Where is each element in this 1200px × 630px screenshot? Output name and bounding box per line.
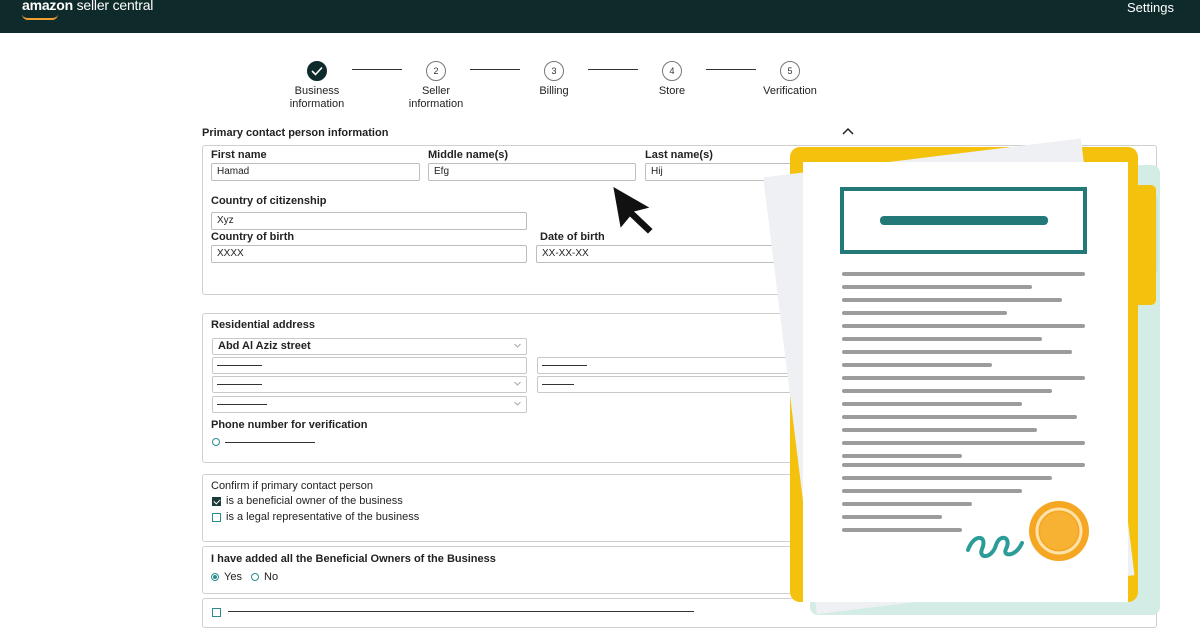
step-number: 3	[544, 61, 564, 81]
logo-amazon-text: amazon	[22, 0, 73, 13]
step-number: 2	[426, 61, 446, 81]
placeholder-dash	[542, 365, 587, 366]
address-line2-input[interactable]	[212, 357, 527, 374]
beneficial-owner-label: is a beneficial owner of the business	[226, 495, 403, 507]
cursor-arrow-icon	[610, 183, 656, 237]
legal-representative-checkbox[interactable]	[212, 513, 221, 522]
top-bar: amazon seller central Settings	[0, 0, 1200, 33]
address-state-select[interactable]	[212, 396, 527, 413]
step-number: 4	[662, 61, 682, 81]
logo-seller-central-text: seller central	[72, 0, 154, 13]
phone-radio[interactable]	[212, 438, 220, 446]
last-name-label: Last name(s)	[645, 149, 713, 161]
chevron-down-icon	[514, 381, 521, 386]
step-label: Store	[658, 85, 686, 97]
birth-country-label: Country of birth	[211, 231, 295, 243]
citizenship-label: Country of citizenship	[211, 195, 327, 207]
owners-question-label: I have added all the Beneficial Owners o…	[211, 553, 496, 565]
placeholder-dash	[217, 384, 262, 385]
citizenship-input[interactable]: Xyz	[211, 212, 527, 230]
step-store[interactable]: 4 Store	[622, 61, 722, 98]
middle-name-label: Middle name(s)	[428, 149, 509, 161]
address-country-input[interactable]	[537, 376, 795, 393]
middle-name-input[interactable]: Efg	[428, 163, 636, 181]
agreement-checkbox[interactable]	[212, 608, 221, 617]
address-postal-input[interactable]	[537, 357, 795, 374]
section-title: Primary contact person information	[202, 127, 389, 139]
address-label: Residential address	[211, 319, 315, 331]
placeholder-dash	[217, 365, 262, 366]
placeholder-dash	[542, 384, 574, 385]
beneficial-owner-checkbox[interactable]	[212, 497, 221, 506]
phone-label: Phone number for verification	[211, 419, 368, 431]
address-city-select[interactable]	[212, 376, 527, 393]
placeholder-dash	[217, 404, 267, 405]
step-billing[interactable]: 3 Billing	[504, 61, 604, 98]
step-verification[interactable]: 5 Verification	[740, 61, 840, 98]
legal-representative-label: is a legal representative of the busines…	[226, 511, 420, 523]
no-radio[interactable]	[251, 573, 259, 581]
step-complete-check-icon	[307, 61, 327, 81]
yes-radio[interactable]	[211, 573, 219, 581]
step-number: 5	[780, 61, 800, 81]
logo-smile-icon	[22, 14, 58, 20]
dob-label: Date of birth	[540, 231, 605, 243]
seller-central-logo[interactable]: amazon seller central	[22, 0, 153, 13]
chevron-down-icon	[514, 343, 521, 348]
step-label: Seller information	[408, 85, 464, 110]
settings-link[interactable]: Settings	[1127, 0, 1174, 16]
chevron-down-icon	[514, 401, 521, 406]
dob-input[interactable]: XX-XX-XX	[536, 245, 796, 263]
phone-number-placeholder	[225, 442, 315, 443]
address-line1-value: Abd Al Aziz street	[218, 340, 311, 352]
first-name-input[interactable]: Hamad	[211, 163, 420, 181]
birth-country-input[interactable]: XXXX	[211, 245, 527, 263]
first-name-label: First name	[211, 149, 267, 161]
certificate-document-illustration	[763, 138, 1160, 615]
step-label: Verification	[763, 85, 817, 97]
address-line1-select[interactable]: Abd Al Aziz street	[212, 338, 527, 355]
step-label: Billing	[539, 85, 569, 97]
confirm-label: Confirm if primary contact person	[211, 480, 373, 492]
no-label: No	[264, 571, 279, 583]
agreement-text-placeholder	[228, 611, 694, 612]
yes-label: Yes	[224, 571, 242, 583]
step-label: Business information	[289, 85, 345, 110]
